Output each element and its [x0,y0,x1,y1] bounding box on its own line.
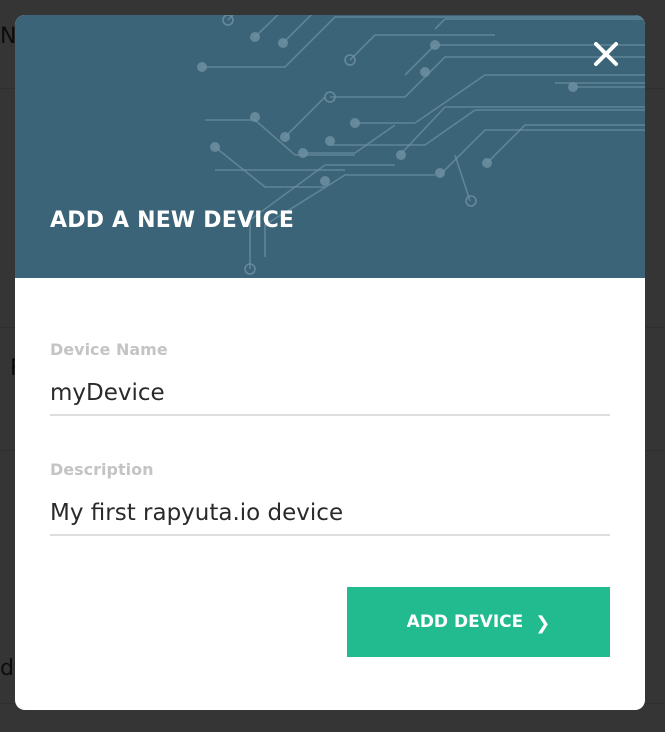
modal-header: ADD A NEW DEVICE [15,15,645,278]
modal-title: ADD A NEW DEVICE [50,208,295,233]
add-device-button-label: ADD DEVICE [406,612,524,632]
add-device-modal: ADD A NEW DEVICE Device Name Description… [15,15,645,710]
device-name-field-group: Device Name [50,340,610,416]
close-icon[interactable] [589,37,623,71]
description-field-group: Description [50,460,610,536]
close-button[interactable] [589,37,623,71]
add-device-button[interactable]: ADD DEVICE ❯ [347,587,610,657]
description-label: Description [50,460,154,479]
circuit-pattern-graphic [197,15,645,275]
description-input[interactable] [50,492,610,536]
device-name-label: Device Name [50,340,168,359]
chevron-right-icon: ❯ [535,612,551,634]
device-name-input[interactable] [50,372,610,416]
